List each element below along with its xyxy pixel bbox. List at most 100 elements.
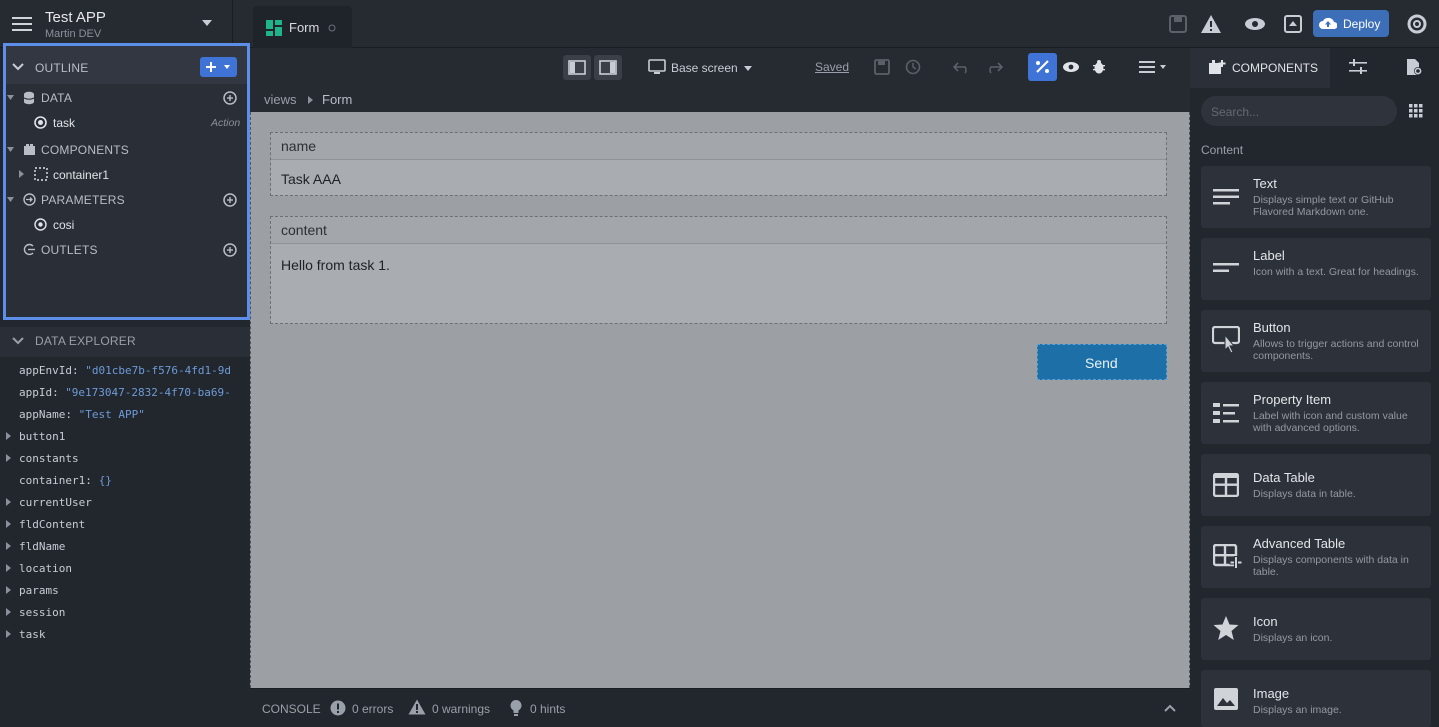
menu-lines-icon[interactable] — [1139, 61, 1167, 73]
field-name[interactable]: name Task AAA — [270, 132, 1167, 196]
tab-status-dot-icon[interactable] — [328, 24, 336, 32]
page-settings-icon[interactable] — [1405, 58, 1423, 76]
content-textarea[interactable]: Hello from task 1. — [271, 243, 1166, 323]
save-icon[interactable] — [874, 59, 890, 75]
field-content[interactable]: content Hello from task 1. — [270, 216, 1167, 324]
outline-item-container1[interactable]: container1 — [53, 168, 109, 182]
caret-down-icon[interactable] — [202, 20, 212, 26]
outline-item-task[interactable]: task — [53, 116, 75, 130]
action-icon — [34, 116, 47, 129]
redo-icon[interactable] — [985, 59, 1003, 75]
data-explorer-row[interactable]: button1 — [0, 428, 250, 448]
component-card-data-table[interactable]: Data Table Displays data in table. — [1201, 454, 1431, 516]
console-title[interactable]: CONSOLE — [262, 702, 321, 716]
card-title: Label — [1253, 248, 1285, 263]
card-desc: Displays components with data in table. — [1253, 554, 1409, 578]
data-explorer-row[interactable]: location — [0, 560, 250, 580]
data-explorer-row[interactable]: task — [0, 626, 250, 646]
data-key: constants — [19, 452, 79, 465]
tab-components-label: COMPONENTS — [1232, 61, 1319, 75]
send-button-label: Send — [1085, 355, 1118, 371]
data-key: location — [19, 562, 72, 575]
component-card-icon[interactable]: Icon Displays an icon. — [1201, 598, 1431, 660]
help-lifebuoy-icon[interactable] — [1407, 14, 1427, 34]
preview-eye-icon[interactable] — [1062, 61, 1080, 73]
caret-right-icon[interactable] — [6, 454, 11, 462]
component-card-button[interactable]: Button Allows to trigger actions and con… — [1201, 310, 1431, 372]
hamburger-menu-icon[interactable] — [12, 16, 32, 32]
save-icon[interactable] — [1168, 14, 1188, 34]
console-errors[interactable]: 0 errors — [352, 702, 393, 716]
undo-icon[interactable] — [953, 59, 971, 75]
outlets-icon — [23, 243, 36, 256]
toggle-left-panel-button[interactable] — [563, 55, 591, 80]
caret-right-icon[interactable] — [6, 432, 11, 440]
screen-selector[interactable]: Base screen — [671, 61, 738, 75]
card-title: Advanced Table — [1253, 536, 1346, 551]
caret-right-icon[interactable] — [6, 564, 11, 572]
chevron-down-icon[interactable] — [12, 63, 24, 71]
outline-section-data[interactable]: DATA — [41, 91, 72, 105]
caret-expanded-icon[interactable] — [7, 95, 14, 101]
data-explorer-row[interactable]: fldName — [0, 538, 250, 558]
caret-right-icon[interactable] — [6, 498, 11, 506]
component-card-property-item[interactable]: Property Item Label with icon and custom… — [1201, 382, 1431, 444]
card-desc: Label with icon and custom value with ad… — [1253, 410, 1408, 434]
open-external-icon[interactable] — [1284, 15, 1302, 33]
data-explorer-row[interactable]: params — [0, 582, 250, 602]
send-button[interactable]: Send — [1037, 344, 1167, 380]
history-icon[interactable] — [905, 59, 921, 75]
properties-sliders-icon[interactable] — [1349, 59, 1367, 75]
caret-expanded-icon[interactable] — [7, 197, 14, 203]
chevron-down-icon[interactable] — [12, 337, 24, 345]
caret-right-icon[interactable] — [19, 170, 25, 178]
add-outlet-icon[interactable] — [223, 243, 237, 257]
data-explorer-row[interactable]: session — [0, 604, 250, 624]
warning-icon[interactable] — [1200, 14, 1222, 34]
console-warnings[interactable]: 0 warnings — [432, 702, 490, 716]
caret-right-icon[interactable] — [6, 542, 11, 550]
component-card-text[interactable]: Text Displays simple text or GitHub Flav… — [1201, 166, 1431, 228]
add-data-icon[interactable] — [223, 91, 237, 105]
component-card-label[interactable]: Label Icon with a text. Great for headin… — [1201, 238, 1431, 300]
lightbulb-icon — [509, 699, 523, 717]
deploy-button[interactable]: Deploy — [1313, 10, 1389, 37]
caret-right-icon[interactable] — [6, 608, 11, 616]
add-parameter-icon[interactable] — [223, 193, 237, 207]
component-card-advanced-table[interactable]: Advanced Table Displays components with … — [1201, 526, 1431, 588]
breadcrumb-views[interactable]: views — [264, 92, 297, 107]
outline-section-parameters[interactable]: PARAMETERS — [41, 193, 125, 207]
caret-down-icon[interactable] — [744, 66, 752, 71]
console-hints[interactable]: 0 hints — [530, 702, 565, 716]
data-key: currentUser — [19, 496, 92, 509]
caret-right-icon[interactable] — [6, 520, 11, 528]
touch-button-icon — [1212, 326, 1240, 354]
grid-view-icon[interactable] — [1409, 104, 1423, 118]
component-card-image[interactable]: Image Displays an image. — [1201, 670, 1431, 727]
card-desc: Icon with a text. Great for headings. — [1253, 266, 1419, 278]
breadcrumb-form[interactable]: Form — [322, 92, 352, 107]
chevron-right-icon — [308, 96, 314, 104]
chevron-up-icon[interactable] — [1164, 704, 1176, 712]
outline-panel — [3, 43, 250, 320]
caret-expanded-icon[interactable] — [7, 147, 14, 153]
data-explorer-row[interactable]: constants — [0, 450, 250, 470]
outline-section-outlets[interactable]: OUTLETS — [41, 243, 98, 257]
caret-right-icon[interactable] — [6, 630, 11, 638]
caret-right-icon[interactable] — [6, 586, 11, 594]
design-mode-button[interactable] — [1028, 53, 1057, 81]
preview-eye-icon[interactable] — [1244, 16, 1266, 32]
card-desc: Displays simple text or GitHub Flavored … — [1253, 194, 1394, 218]
debug-bug-icon[interactable] — [1092, 59, 1106, 75]
outline-item-cosi[interactable]: cosi — [53, 218, 74, 232]
app-switcher[interactable] — [0, 0, 233, 48]
component-search-input[interactable]: Search... — [1201, 96, 1397, 126]
name-input[interactable]: Task AAA — [271, 159, 1166, 195]
data-key: button1 — [19, 430, 66, 443]
outline-section-components[interactable]: COMPONENTS — [41, 143, 129, 157]
data-explorer-row[interactable]: currentUser — [0, 494, 250, 514]
toggle-right-panel-button[interactable] — [594, 55, 622, 80]
add-item-button[interactable] — [200, 57, 237, 77]
data-explorer-row[interactable]: fldContent — [0, 516, 250, 536]
form-view-icon — [266, 20, 282, 36]
